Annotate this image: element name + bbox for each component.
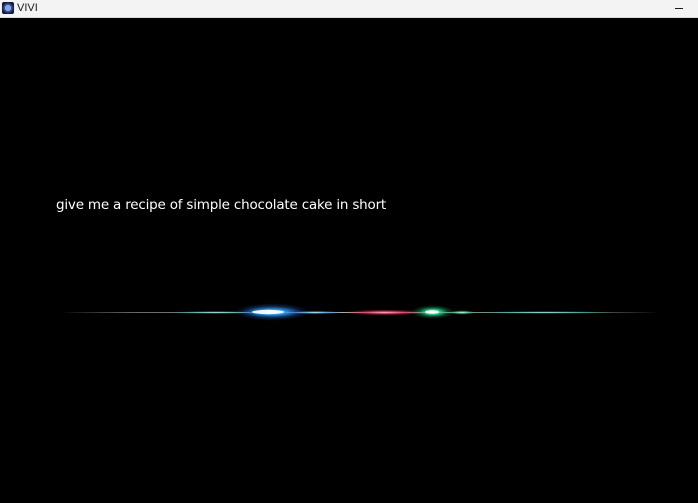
app-icon	[2, 2, 14, 14]
waveform-green-tail	[448, 310, 476, 315]
title-bar[interactable]: VIVI	[0, 0, 698, 18]
window-title: VIVI	[17, 2, 38, 14]
waveform-green-core	[425, 310, 439, 314]
minimize-button[interactable]	[660, 0, 698, 17]
waveform-teal-segment-right	[475, 311, 615, 314]
waveform-blue-tail	[287, 310, 343, 315]
recognized-query-text: give me a recipe of simple chocolate cak…	[56, 197, 387, 213]
app-window: VIVI give me a recipe of simple chocolat…	[0, 0, 698, 503]
voice-waveform	[60, 303, 660, 321]
waveform-blue-core	[252, 309, 284, 315]
